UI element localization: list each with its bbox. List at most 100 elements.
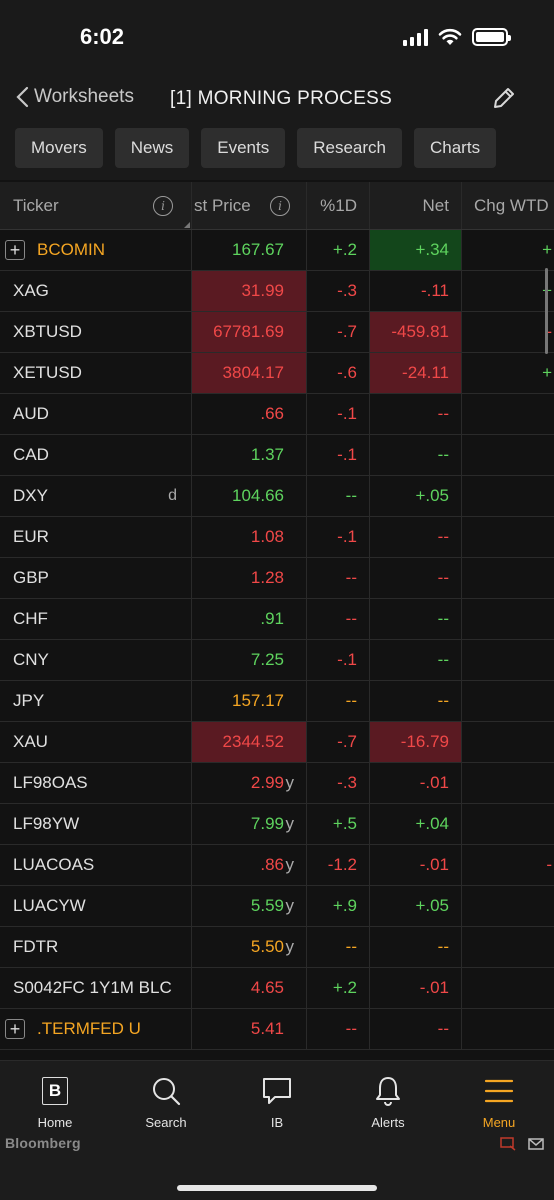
- ticker-symbol: AUD: [13, 404, 49, 423]
- ticker-cell[interactable]: AUD: [0, 394, 192, 434]
- table-row[interactable]: + BCOMIN 167.67 +.2 +.34 +: [0, 230, 554, 271]
- mail-icon[interactable]: [528, 1137, 544, 1151]
- nav-home[interactable]: B Home: [12, 1075, 98, 1130]
- ticker-cell[interactable]: EUR: [0, 517, 192, 557]
- ticker-cell[interactable]: + .TERMFED U: [0, 1009, 192, 1049]
- ticker-cell[interactable]: S0042FC 1Y1M BLC: [0, 968, 192, 1008]
- column-header-ticker[interactable]: Ticker i: [0, 182, 192, 229]
- table-row[interactable]: DXY d 104.66 -- +.05: [0, 476, 554, 517]
- info-icon[interactable]: i: [270, 196, 290, 216]
- column-resize-handle[interactable]: [184, 222, 190, 228]
- table-row[interactable]: LF98YW 7.99 y +.5 +.04: [0, 804, 554, 845]
- ticker-symbol: JPY: [13, 691, 45, 710]
- tab-events[interactable]: Events: [201, 128, 286, 168]
- search-icon: [150, 1075, 182, 1107]
- ticker-cell[interactable]: XAG: [0, 271, 192, 311]
- tab-charts[interactable]: Charts: [414, 128, 497, 168]
- column-header-chg-wtd[interactable]: Chg WTD: [462, 182, 554, 229]
- chg-wtd-value: +: [542, 240, 552, 259]
- pct-1d-value: +.5: [332, 814, 357, 833]
- table-header: Ticker i st Price i %1D Net Chg WTD: [0, 182, 554, 230]
- ticker-cell[interactable]: LF98YW: [0, 804, 192, 844]
- ticker-cell[interactable]: DXY d: [0, 476, 192, 516]
- table-row[interactable]: LUACOAS .86 y -1.2 -.01 -: [0, 845, 554, 886]
- net-change-cell: --: [370, 435, 462, 475]
- status-time: 6:02: [80, 24, 125, 49]
- nav-ib-label: IB: [270, 1115, 284, 1130]
- last-price-value: 1.28: [250, 568, 284, 587]
- ticker-symbol: XBTUSD: [13, 322, 82, 341]
- ticker-cell[interactable]: CNY: [0, 640, 192, 680]
- column-header-price[interactable]: st Price i: [192, 182, 307, 229]
- ticker-cell[interactable]: CHF: [0, 599, 192, 639]
- table-row[interactable]: XBTUSD 67781.69 -.7 -459.81-: [0, 312, 554, 353]
- ticker-cell[interactable]: LUACYW: [0, 886, 192, 926]
- ticker-symbol: GBP: [13, 568, 49, 587]
- status-bar: 6:02: [0, 0, 554, 70]
- nav-ib[interactable]: IB: [234, 1075, 320, 1130]
- table-row[interactable]: XAU 2344.52 -.7 -16.79: [0, 722, 554, 763]
- table-row[interactable]: JPY 157.17 -- --: [0, 681, 554, 722]
- table-row[interactable]: EUR 1.08 -.1 --: [0, 517, 554, 558]
- table-row[interactable]: CNY 7.25 -.1 --: [0, 640, 554, 681]
- expand-plus-icon[interactable]: +: [5, 240, 25, 260]
- worksheet-table[interactable]: Ticker i st Price i %1D Net Chg WTD + BCO…: [0, 182, 554, 1062]
- last-price-value: 5.50: [250, 937, 284, 956]
- screen-share-icon[interactable]: [500, 1137, 516, 1151]
- back-button[interactable]: Worksheets: [14, 86, 134, 108]
- pct-1d-cell: +.5: [307, 804, 370, 844]
- table-row[interactable]: XETUSD 3804.17 -.6 -24.11 +: [0, 353, 554, 394]
- ticker-cell[interactable]: CAD: [0, 435, 192, 475]
- net-change-cell: +.34: [370, 230, 462, 270]
- ticker-cell[interactable]: FDTR: [0, 927, 192, 967]
- pencil-icon[interactable]: [490, 84, 518, 112]
- chg-wtd-cell: +: [462, 353, 554, 393]
- last-price-value: 1.08: [250, 527, 284, 546]
- table-row[interactable]: LF98OAS 2.99 y -.3 -.01: [0, 763, 554, 804]
- ticker-cell[interactable]: XAU: [0, 722, 192, 762]
- pct-1d-cell: +.2: [307, 230, 370, 270]
- price-yield-flag: y: [285, 896, 295, 915]
- ticker-flag: d: [168, 487, 177, 504]
- chg-wtd-cell: [462, 640, 554, 680]
- net-change-value: --: [437, 609, 449, 628]
- table-row[interactable]: XAG 31.99 -.3 -.11 +: [0, 271, 554, 312]
- scrollbar[interactable]: [545, 268, 548, 354]
- table-row[interactable]: LUACYW 5.59 y +.9 +.05: [0, 886, 554, 927]
- chg-wtd-cell: [462, 599, 554, 639]
- expand-plus-icon[interactable]: +: [5, 1019, 25, 1039]
- tab-news[interactable]: News: [114, 128, 190, 168]
- ticker-cell[interactable]: XETUSD: [0, 353, 192, 393]
- pct-1d-value: -.7: [337, 322, 357, 341]
- table-row[interactable]: AUD .66 -.1 --: [0, 394, 554, 435]
- last-price-cell: 67781.69: [192, 312, 307, 352]
- info-icon[interactable]: i: [153, 196, 173, 216]
- table-row[interactable]: CHF .91 -- --: [0, 599, 554, 640]
- tab-research[interactable]: Research: [297, 128, 402, 168]
- last-price-cell: .86 y: [192, 845, 307, 885]
- nav-search[interactable]: Search: [123, 1075, 209, 1130]
- nav-menu[interactable]: Menu: [456, 1075, 542, 1130]
- ticker-cell[interactable]: JPY: [0, 681, 192, 721]
- table-row[interactable]: FDTR 5.50 y -- --: [0, 927, 554, 968]
- ticker-cell[interactable]: + BCOMIN: [0, 230, 192, 270]
- column-header-net[interactable]: Net: [370, 182, 462, 229]
- pct-1d-cell: -.1: [307, 394, 370, 434]
- table-row[interactable]: GBP 1.28 -- --: [0, 558, 554, 599]
- ticker-cell[interactable]: GBP: [0, 558, 192, 598]
- ticker-symbol: BCOMIN: [37, 240, 105, 259]
- pct-1d-cell: --: [307, 599, 370, 639]
- ticker-symbol: XAG: [13, 281, 49, 300]
- pct-1d-value: --: [345, 609, 357, 628]
- ticker-cell[interactable]: LUACOAS: [0, 845, 192, 885]
- ticker-cell[interactable]: LF98OAS: [0, 763, 192, 803]
- table-row[interactable]: CAD 1.37 -.1 --: [0, 435, 554, 476]
- table-row[interactable]: S0042FC 1Y1M BLC 4.65 +.2 -.01: [0, 968, 554, 1009]
- column-header-pct-1d[interactable]: %1D: [307, 182, 370, 229]
- home-indicator[interactable]: [177, 1185, 377, 1191]
- table-row[interactable]: + .TERMFED U 5.41 -- --: [0, 1009, 554, 1050]
- tab-movers[interactable]: Movers: [15, 128, 103, 168]
- nav-alerts[interactable]: Alerts: [345, 1075, 431, 1130]
- ticker-cell[interactable]: XBTUSD: [0, 312, 192, 352]
- net-change-cell: +.05: [370, 886, 462, 926]
